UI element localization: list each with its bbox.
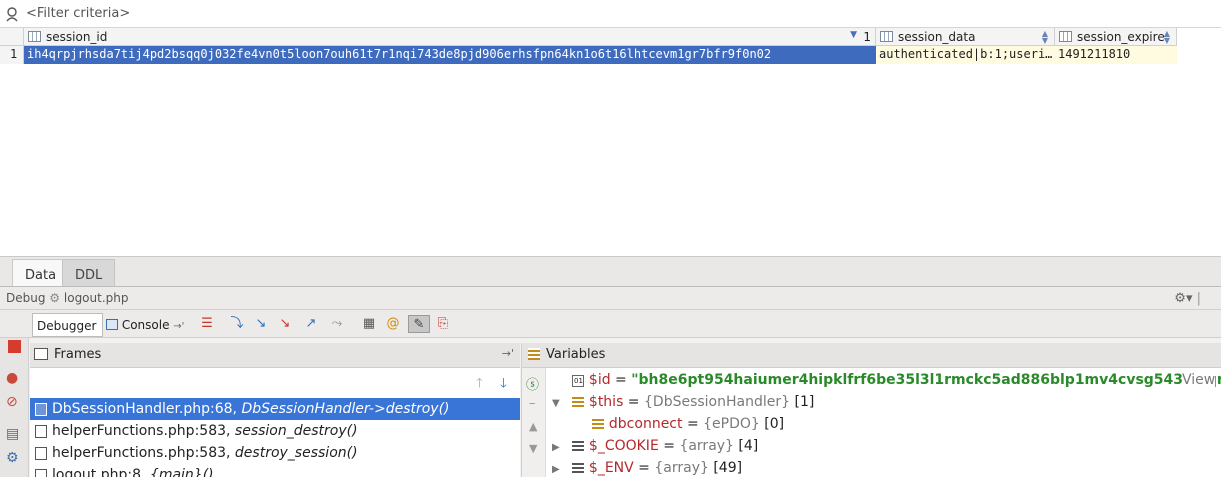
variable-row[interactable]: ▶ $_ENV = {array} [49] [552,460,742,477]
variable-row[interactable]: ▶ $_COOKIE = {array} [4] [552,438,758,460]
settings-icon[interactable]: ⚙ [6,450,19,466]
move-down-icon[interactable]: ▼ [529,442,537,455]
row-number[interactable]: 1 [0,46,24,64]
run-to-cursor-icon[interactable]: ⤳ [328,315,346,333]
remove-watch-icon[interactable]: – [529,396,536,411]
frames-header: Frames →' [30,343,520,368]
array-icon [572,439,585,451]
view-link[interactable]: View [1182,372,1216,388]
expand-icon[interactable]: ▶ [552,464,568,475]
debug-title: Debug [6,291,46,305]
debug-header: Debug ⚙ logout.php ⚙▾ | [0,286,1221,310]
previous-frame-icon[interactable]: 🡑 [476,374,483,396]
column-header-session-expire[interactable]: session_expire ▲ ▼ [1055,28,1177,46]
variable-row[interactable]: dbconnect = {ePDO} [0] [572,416,784,438]
cell-session-data[interactable]: authenticated|b:1;useri… [876,46,1055,64]
column-icon [1059,31,1072,42]
debugger-toolbar: Debugger Console →' ☰ ⤵ ↘ ↘ ↗ ⤳ ▦ @ ✎ ⎘ [0,310,1221,338]
variable-row[interactable]: 01 $id = "bh8e6pt954haiumer4hipklfrf6be3… [552,372,1221,394]
step-out-icon[interactable]: ↗ [302,315,320,333]
move-up-icon[interactable]: ▲ [529,420,537,433]
tab-data[interactable]: Data [12,259,70,287]
layout-icon[interactable]: ▤ [6,426,19,442]
php-file-icon [35,403,47,416]
step-over-icon[interactable]: ⤵ [228,315,246,333]
breakpoints-icon[interactable]: ● [6,370,18,386]
column-icon [28,31,41,42]
cell-session-expire[interactable]: 1491211810 [1055,46,1177,64]
variable-row[interactable]: ▼ $this = {DbSessionHandler} [1] [552,394,814,416]
next-frame-icon[interactable]: 🡓 [500,374,507,396]
frame-row[interactable]: DbSessionHandler.php:68, DbSessionHandle… [30,398,520,420]
collapse-icon[interactable]: ▼ [552,398,568,409]
sort-toggle-icon[interactable]: ▲ ▼ [1164,30,1170,45]
filter-input[interactable]: <Filter criteria> [26,6,130,21]
show-execution-point-icon[interactable]: ☰ [198,315,216,333]
frame-row[interactable]: helperFunctions.php:583, session_destroy… [30,420,520,442]
console-icon [106,319,118,330]
column-icon [880,31,893,42]
frames-icon [34,348,48,360]
sort-order: 1 [863,30,871,44]
row-header-corner [0,28,24,46]
tab-console[interactable]: Console →' [102,313,190,337]
settings-gear-icon[interactable]: ⚙▾ | [1174,291,1201,306]
step-into-icon[interactable]: ↘ [252,315,270,333]
variables-icon [528,348,540,360]
string-type-icon: 01 [572,375,585,387]
tab-debugger[interactable]: Debugger [32,313,104,337]
sort-desc-icon[interactable]: ▼ [850,30,857,40]
variables-title: Variables [546,347,606,362]
cell-session-id[interactable]: ih4qrpjrhsda7tij4pd2bsqq0j032fe4vn0t5loo… [24,46,876,64]
stop-icon[interactable] [8,340,21,353]
object-icon [592,417,605,429]
view-tabs: Data DDL [0,256,1221,287]
column-header-session-id[interactable]: session_id ▼ 1 [24,28,876,46]
frame-row[interactable]: helperFunctions.php:583, destroy_session… [30,442,520,464]
variables-side-toolbar: ⓢ – ▲ ▼ [522,368,546,477]
array-icon [572,461,585,473]
php-file-icon [35,469,47,477]
mute-breakpoints-icon[interactable]: ⊘ [6,394,18,410]
pin-icon[interactable]: →' [502,347,514,360]
watch-icon[interactable]: @ [384,315,402,333]
pin-icon: →' [173,321,185,332]
sort-toggle-icon[interactable]: ▲ ▼ [1042,30,1048,45]
restore-layout-icon[interactable]: ⎘ [434,315,452,333]
evaluate-icon[interactable]: ▦ [360,315,378,333]
add-watch-icon[interactable]: ⓢ [526,374,539,393]
frames-list: 🡑 🡓 DbSessionHandler.php:68, DbSessionHa… [30,368,520,477]
variables-tree: ⓢ – ▲ ▼ 01 $id = "bh8e6pt954haiumer4hipk… [521,368,1221,477]
php-file-icon [35,447,47,460]
frame-row[interactable]: logout.php:8, {main}() [30,464,520,477]
frames-toggle-icon[interactable]: ✎ [408,315,430,333]
column-header-session-data[interactable]: session_data ▲ ▼ [876,28,1055,46]
expand-icon[interactable]: ▶ [552,442,568,453]
data-grid: session_id ▼ 1 session_data ▲ ▼ session_e… [0,28,1221,256]
filter-bar: <Filter criteria> [0,0,1221,28]
variables-header: Variables [521,343,1221,368]
php-file-icon [35,425,47,438]
debug-file: logout.php [63,291,129,305]
debug-run-icon: ⚙ [49,291,61,305]
tab-ddl[interactable]: DDL [62,259,116,287]
object-icon [572,395,585,407]
force-step-into-icon[interactable]: ↘ [276,315,294,333]
frames-title: Frames [54,347,102,362]
filter-icon[interactable] [4,6,20,22]
